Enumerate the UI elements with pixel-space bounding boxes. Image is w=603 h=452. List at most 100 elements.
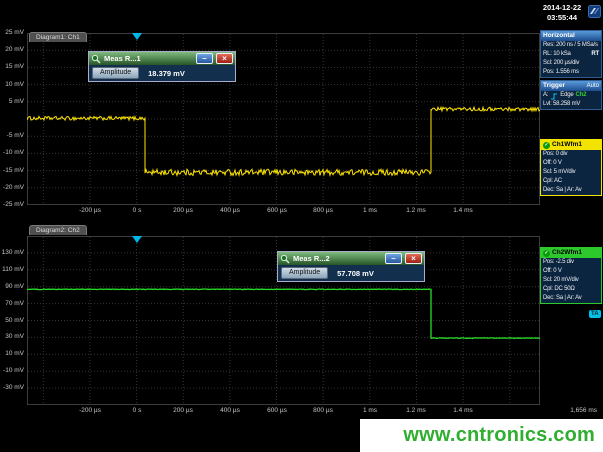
trigger-level-row: Lvl: 58.258 mV xyxy=(541,100,601,109)
panel-row-text: RL: 10 kSa xyxy=(543,50,571,59)
y-axis-label: 130 mV xyxy=(0,249,24,256)
meas-window-2[interactable]: Meas R...2 – × Amplitude 57.708 mV xyxy=(277,251,425,282)
panel-row: Cpl: DC 50Ω xyxy=(541,285,601,294)
panel-row-text: Pos: -2.5 div xyxy=(543,258,574,267)
trigger-panel-header: Trigger Auto xyxy=(541,81,601,91)
edge-trigger-icon xyxy=(550,92,558,100)
trigger-position-marker[interactable] xyxy=(132,33,142,40)
x-axis-label: 400 µs xyxy=(220,207,240,214)
y-axis-label: -20 mV xyxy=(0,184,24,191)
x-axis-label: 1.2 ms xyxy=(406,207,426,214)
y-axis-label: 110 mV xyxy=(0,266,24,273)
meas-window-1-body: Amplitude 18.379 mV xyxy=(89,65,235,81)
realtime-badge: RT xyxy=(591,50,599,59)
y-axis-label: 5 mV xyxy=(0,98,24,105)
trigger-prefix: A: xyxy=(543,91,548,100)
ch2-wfm-label: Ch2Wfm1 xyxy=(552,249,582,257)
meas-window-2-body: Amplitude 57.708 mV xyxy=(278,265,424,281)
x-axis-label: 200 µs xyxy=(173,407,193,414)
trigger-mode: Auto xyxy=(587,82,599,90)
y-axis-label: -15 mV xyxy=(0,167,24,174)
meas-window-1[interactable]: Meas R...1 – × Amplitude 18.379 mV xyxy=(88,51,236,82)
rs-logo xyxy=(588,5,601,18)
x-axis-label: 400 µs xyxy=(220,407,240,414)
x-axis-label: -200 µs xyxy=(79,407,101,414)
y-axis-label: 30 mV xyxy=(0,333,24,340)
meas-window-1-titlebar[interactable]: Meas R...1 – × xyxy=(89,52,235,65)
panel-row: Dec: Sa | Ar: Av xyxy=(541,186,601,195)
panel-row: Scl: 5 mV/div xyxy=(541,168,601,177)
panel-row-text: Dec: Sa | Ar: Av xyxy=(543,294,582,303)
y-axis-label: 25 mV xyxy=(0,29,24,36)
panel-row: Pos: 0 div xyxy=(541,150,601,159)
trigger-level-tag[interactable]: TA xyxy=(589,310,601,318)
panel-row-text: Dec: Sa | Ar: Av xyxy=(543,186,582,195)
y-axis-label: 20 mV xyxy=(0,46,24,53)
panel-row: RL: 10 kSa RT xyxy=(541,50,601,59)
meas-metric-chip[interactable]: Amplitude xyxy=(281,267,328,279)
trigger-panel[interactable]: Trigger Auto A: Edge Ch2 Lvl: 58.258 mV xyxy=(540,80,602,110)
oscilloscope-screen: 2014-12-22 03:55:44 Horizontal Res: 200 … xyxy=(0,0,603,452)
y-axis-label: -25 mV xyxy=(0,201,24,208)
x-axis-label: 800 µs xyxy=(313,207,333,214)
panel-row-text: Cpl: AC xyxy=(543,177,562,186)
x-axis-label: -200 µs xyxy=(79,207,101,214)
magnifier-icon xyxy=(280,254,290,264)
y-axis-label: -10 mV xyxy=(0,367,24,374)
y-axis-label: 10 mV xyxy=(0,350,24,357)
time-text: 03:55:44 xyxy=(539,13,585,23)
diagram-tab-1[interactable]: Diagram1: Ch1 xyxy=(29,32,87,42)
minimize-button[interactable]: – xyxy=(385,253,402,264)
close-button[interactable]: × xyxy=(216,53,233,64)
trigger-position-marker[interactable] xyxy=(132,236,142,243)
y-axis-label: 70 mV xyxy=(0,300,24,307)
meas-value: 18.379 mV xyxy=(148,69,185,78)
trace-ch1 xyxy=(27,107,540,175)
meas-window-2-titlebar[interactable]: Meas R...2 – × xyxy=(278,252,424,265)
x-axis-label: 0 s xyxy=(133,207,142,214)
magnifier-icon xyxy=(91,54,101,64)
horizontal-panel[interactable]: Horizontal Res: 200 ns / 5 MSa/sRL: 10 k… xyxy=(540,30,602,78)
y-axis-label: 50 mV xyxy=(0,317,24,324)
diagram-tab-2[interactable]: Diagram2: Ch2 xyxy=(29,225,87,235)
meas-value: 57.708 mV xyxy=(337,269,374,278)
panel-row: Res: 200 ns / 5 MSa/s xyxy=(541,41,601,50)
check-icon: ✓ xyxy=(543,142,550,149)
ch1-wfm-tab[interactable]: ✓Ch1Wfm1 xyxy=(541,140,601,150)
x-axis-label: 600 µs xyxy=(267,207,287,214)
minimize-button[interactable]: – xyxy=(196,53,213,64)
meas-window-2-title: Meas R...2 xyxy=(293,252,382,265)
trigger-title: Trigger xyxy=(543,82,565,90)
meas-window-1-title: Meas R...1 xyxy=(104,52,193,65)
x-axis-label: 200 µs xyxy=(173,207,193,214)
x-axis-label: 1.4 ms xyxy=(453,407,473,414)
datetime-display: 2014-12-22 03:55:44 xyxy=(539,3,585,23)
panel-row-text: Scl: 20 mV/div xyxy=(543,276,579,285)
ch1-wfm-label: Ch1Wfm1 xyxy=(552,141,582,149)
panel-row-text: Scl: 5 mV/div xyxy=(543,168,575,177)
panel-row-text: Scl: 200 µs/div xyxy=(543,59,579,68)
panel-row-text: Res: 200 ns / 5 MSa/s xyxy=(543,41,598,50)
close-button[interactable]: × xyxy=(405,253,422,264)
panel-row: Pos: 1.556 ms xyxy=(541,68,601,77)
horizontal-panel-header: Horizontal xyxy=(541,31,601,41)
ch2-wfm-tab[interactable]: ✓Ch2Wfm1 xyxy=(541,248,601,258)
panel-row-text: Off: 0 V xyxy=(543,267,562,276)
y-axis-label: -5 mV xyxy=(0,132,24,139)
watermark-text: www.cntronics.com xyxy=(403,424,595,447)
panel-row-text: Cpl: DC 50Ω xyxy=(543,285,575,294)
ch1-wfm-panel[interactable]: ✓Ch1Wfm1Pos: 0 divOff: 0 VScl: 5 mV/divC… xyxy=(540,139,602,196)
trigger-type: Edge xyxy=(560,91,573,100)
meas-metric-chip[interactable]: Amplitude xyxy=(92,67,139,79)
check-icon: ✓ xyxy=(543,250,550,257)
trigger-level: Lvl: 58.258 mV xyxy=(543,100,580,109)
panel-row-text: Pos: 1.556 ms xyxy=(543,68,579,77)
x-axis-label: 800 µs xyxy=(313,407,333,414)
x-axis-label: 1 ms xyxy=(363,207,377,214)
trigger-source: Ch2 xyxy=(576,91,587,100)
x-axis-label: 600 µs xyxy=(267,407,287,414)
x-axis-label: 0 s xyxy=(133,407,142,414)
ch2-wfm-panel[interactable]: ✓Ch2Wfm1Pos: -2.5 divOff: 0 VScl: 20 mV/… xyxy=(540,247,602,304)
panel-row: Cpl: AC xyxy=(541,177,601,186)
x-axis-label: 1.2 ms xyxy=(406,407,426,414)
